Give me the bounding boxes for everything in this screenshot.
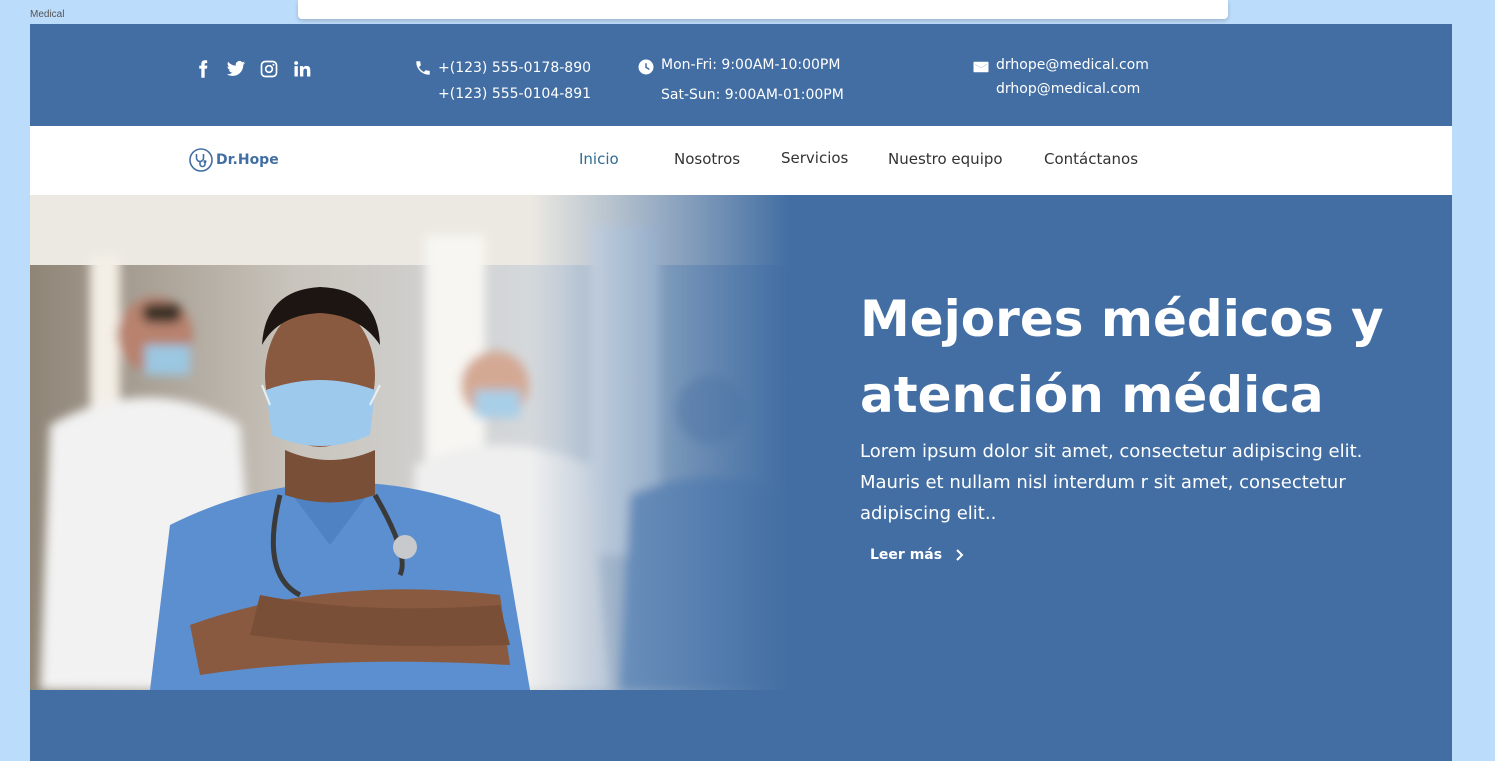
email-contact: drhope@medical.com drhop@medical.com (972, 53, 1149, 101)
hero-image-fade (530, 195, 790, 690)
opening-hours: Mon-Fri: 9:00AM-10:00PM Sat-Sun: 9:00AM-… (637, 52, 844, 108)
nav-link-servicios[interactable]: Servicios (781, 149, 848, 167)
read-more-link[interactable]: Leer más (870, 547, 966, 563)
social-links (192, 58, 324, 80)
hero-title: Mejores médicos y atención médica (860, 290, 1384, 424)
clock-icon (637, 58, 655, 76)
nav-link-inicio[interactable]: Inicio (579, 150, 619, 168)
linkedin-icon[interactable] (291, 58, 313, 80)
instagram-icon[interactable] (258, 58, 280, 80)
nav-link-nosotros[interactable]: Nosotros (674, 150, 740, 168)
site-logo[interactable]: Dr.Hope (189, 148, 279, 172)
top-contact-bar: +(123) 555-0178-890 +(123) 555-0104-891 … (30, 24, 1452, 126)
nav-link-contactanos[interactable]: Contáctanos (1044, 150, 1138, 168)
twitter-icon[interactable] (225, 58, 247, 80)
stethoscope-icon (189, 148, 213, 172)
nav-link-nuestro-equipo[interactable]: Nuestro equipo (888, 150, 1003, 168)
hours-weekend: Sat-Sun: 9:00AM-01:00PM (661, 87, 844, 103)
read-more-label: Leer más (870, 547, 943, 563)
email-address-2[interactable]: drhop@medical.com (972, 77, 1149, 101)
facebook-icon[interactable] (192, 58, 214, 80)
hero-description: Lorem ipsum dolor sit amet, consectetur … (860, 441, 1363, 524)
website: +(123) 555-0178-890 +(123) 555-0104-891 … (30, 24, 1452, 761)
hero-section: Mejores médicos y atención médica Lorem … (30, 195, 1452, 690)
phone-number-2[interactable]: +(123) 555-0104-891 (414, 81, 591, 107)
chevron-right-icon (956, 549, 964, 561)
hours-weekdays: Mon-Fri: 9:00AM-10:00PM (661, 57, 841, 73)
logo-text: Dr.Hope (216, 152, 279, 168)
main-navbar: Dr.Hope Inicio Nosotros Servicios Nuestr… (30, 126, 1452, 195)
phone-contact: +(123) 555-0178-890 +(123) 555-0104-891 (414, 55, 591, 107)
mail-icon (972, 58, 990, 76)
floating-toolbar (298, 0, 1228, 19)
phone-number-1[interactable]: +(123) 555-0178-890 (414, 55, 591, 81)
email-address-1[interactable]: drhope@medical.com (972, 53, 1149, 77)
frame-label: Medical (30, 9, 65, 20)
phone-icon (414, 59, 432, 77)
